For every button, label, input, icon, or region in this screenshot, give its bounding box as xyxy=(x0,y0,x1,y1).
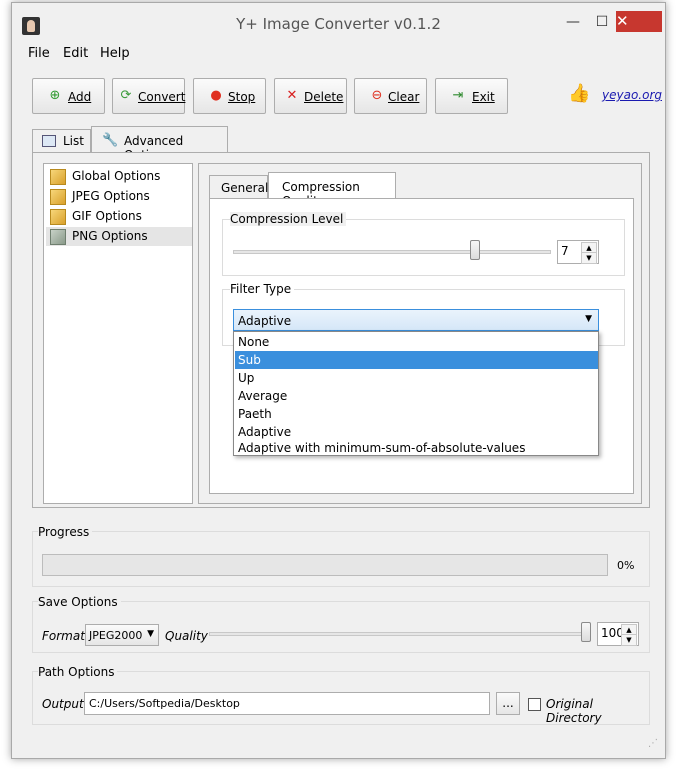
spin-down-icon[interactable]: ▼ xyxy=(581,252,597,264)
chevron-down-icon: ▼ xyxy=(585,314,592,324)
refresh-icon: ⟳ xyxy=(120,88,132,103)
resize-grip-icon[interactable]: ⋰ xyxy=(648,738,662,752)
quality-slider-thumb[interactable] xyxy=(581,622,591,642)
progress-label: Progress xyxy=(38,525,93,539)
list-item-png-options[interactable]: PNG Options xyxy=(46,227,192,246)
tab-list[interactable]: List xyxy=(32,129,91,153)
compression-level-group: 7 ▲ ▼ xyxy=(222,219,625,276)
add-button[interactable]: ⊕ Add xyxy=(32,78,105,114)
progress-group: 0% xyxy=(32,531,650,587)
filter-option-sub[interactable]: Sub xyxy=(235,351,598,369)
cube-icon xyxy=(50,169,66,185)
original-directory-label: Original Directory xyxy=(546,697,602,725)
cube-icon xyxy=(50,209,66,225)
path-options-label: Path Options xyxy=(38,665,118,679)
delete-button[interactable]: ✕ Delete xyxy=(274,78,347,114)
quality-slider-track xyxy=(209,632,591,636)
wrench-icon: 🔧 xyxy=(102,133,119,148)
filter-option-adaptive[interactable]: Adaptive xyxy=(235,423,598,441)
compression-level-spinner[interactable]: 7 ▲ ▼ xyxy=(557,240,599,264)
compression-slider-thumb[interactable] xyxy=(470,240,480,260)
path-options-group: Output C:/Users/Softpedia/Desktop ... Or… xyxy=(32,671,650,725)
close-button[interactable]: ✕ xyxy=(616,11,662,32)
filter-option-up[interactable]: Up xyxy=(235,369,598,387)
output-path-input[interactable]: C:/Users/Softpedia/Desktop xyxy=(84,692,490,715)
options-list: Global Options JPEG Options GIF Options … xyxy=(43,163,193,504)
stop-icon: ● xyxy=(210,88,222,103)
advanced-options-panel: Global Options JPEG Options GIF Options … xyxy=(32,152,650,508)
compression-quality-page: 7 ▲ ▼ Compression Level Filter Type Adap… xyxy=(209,198,634,494)
chevron-down-icon: ▼ xyxy=(147,629,154,639)
quality-spinner[interactable]: 100 ▲ ▼ xyxy=(597,622,639,646)
filter-option-none[interactable]: None xyxy=(235,333,598,351)
add-icon: ⊕ xyxy=(49,88,61,103)
list-item-gif-options[interactable]: GIF Options xyxy=(46,207,192,226)
maximize-button[interactable]: ☐ xyxy=(587,12,617,32)
app-window: Y+ Image Converter v0.1.2 — ☐ ✕ File Edi… xyxy=(11,2,666,759)
list-icon xyxy=(42,135,56,147)
menu-edit[interactable]: Edit xyxy=(63,46,88,61)
menu-help[interactable]: Help xyxy=(100,46,130,61)
save-options-label: Save Options xyxy=(38,595,121,609)
stop-button[interactable]: ● Stop xyxy=(193,78,266,114)
format-select[interactable]: JPEG2000 ▼ xyxy=(85,624,159,646)
clear-icon: ⊖ xyxy=(371,88,383,103)
original-directory-checkbox[interactable] xyxy=(528,698,541,711)
menu-file[interactable]: File xyxy=(28,46,50,61)
png-options-panel: General Compression Quality 7 ▲ ▼ Compre… xyxy=(198,163,642,504)
tab-compression-quality[interactable]: Compression Quality xyxy=(268,172,396,208)
progress-percent: 0% xyxy=(617,559,635,572)
filter-option-adaptive-min-sum[interactable]: Adaptive with minimum-sum-of-absolute-va… xyxy=(235,441,598,455)
thumbs-up-icon: 👍 xyxy=(568,83,591,104)
website-link[interactable]: yeyao.org xyxy=(602,88,662,102)
convert-button[interactable]: ⟳ Convert xyxy=(112,78,185,114)
exit-button[interactable]: ⇥ Exit xyxy=(435,78,508,114)
compression-slider-track xyxy=(233,250,551,254)
list-item-jpeg-options[interactable]: JPEG Options xyxy=(46,187,192,206)
delete-icon: ✕ xyxy=(286,88,298,103)
clear-button[interactable]: ⊖ Clear xyxy=(354,78,427,114)
progress-bar xyxy=(42,554,608,576)
cube-icon xyxy=(50,189,66,205)
tab-advanced-options[interactable]: 🔧 Advanced Options xyxy=(91,126,228,162)
format-label: Format xyxy=(42,629,85,643)
filter-type-label: Filter Type xyxy=(230,282,295,296)
tab-general[interactable]: General xyxy=(209,175,268,198)
title-bar[interactable]: Y+ Image Converter v0.1.2 — ☐ ✕ xyxy=(12,3,665,42)
filter-option-average[interactable]: Average xyxy=(235,387,598,405)
filter-type-dropdown: None Sub Up Average Paeth Adaptive Adapt… xyxy=(233,331,599,456)
compression-level-label: Compression Level xyxy=(230,212,347,226)
quality-label: Quality xyxy=(165,629,208,643)
cube-icon xyxy=(50,229,66,245)
menu-bar: File Edit Help xyxy=(12,44,665,64)
list-item-global-options[interactable]: Global Options xyxy=(46,167,192,186)
browse-button[interactable]: ... xyxy=(496,692,520,715)
filter-option-paeth[interactable]: Paeth xyxy=(235,405,598,423)
output-label: Output xyxy=(42,697,84,711)
exit-icon: ⇥ xyxy=(452,88,464,103)
filter-type-select[interactable]: Adaptive ▼ xyxy=(233,309,599,331)
spin-down-icon[interactable]: ▼ xyxy=(621,634,637,646)
minimize-button[interactable]: — xyxy=(558,12,588,32)
save-options-group: Format JPEG2000 ▼ Quality 100 ▲ ▼ xyxy=(32,601,650,653)
